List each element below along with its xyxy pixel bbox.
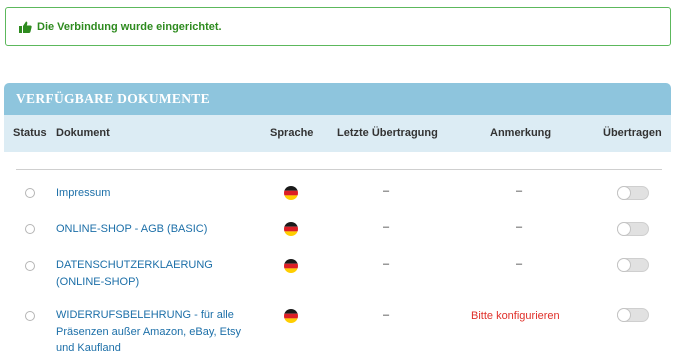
alert-message: Die Verbindung wurde eingerichtet.: [37, 20, 222, 33]
document-link[interactable]: DATENSCHUTZERKLAERUNG (ONLINE-SHOP): [56, 257, 252, 290]
remark-value: –: [516, 221, 523, 233]
transfer-toggle[interactable]: [617, 222, 649, 236]
last-transfer-value: –: [383, 221, 390, 233]
column-remark: Anmerkung: [490, 127, 552, 139]
german-flag-icon: [284, 222, 298, 236]
last-transfer-value: –: [383, 309, 390, 321]
thumbs-up-icon: [19, 21, 32, 33]
column-document: Dokument: [56, 127, 110, 139]
column-status: Status: [13, 127, 47, 139]
panel-title: VERFÜGBARE DOKUMENTE: [16, 91, 210, 106]
german-flag-icon: [284, 309, 298, 323]
table-divider: [16, 169, 662, 170]
document-link[interactable]: ONLINE-SHOP - AGB (BASIC): [56, 221, 256, 238]
success-alert: Die Verbindung wurde eingerichtet.: [5, 7, 671, 46]
status-radio[interactable]: [25, 224, 35, 234]
document-link[interactable]: Impressum: [56, 185, 256, 202]
german-flag-icon: [284, 259, 298, 273]
column-language: Sprache: [270, 127, 314, 139]
status-radio[interactable]: [25, 188, 35, 198]
panel-header: VERFÜGBARE DOKUMENTE: [4, 83, 671, 115]
table-header: Status Dokument Sprache Letzte Übertragu…: [4, 115, 671, 152]
last-transfer-value: –: [383, 258, 390, 270]
remark-value: –: [516, 185, 523, 197]
transfer-toggle[interactable]: [617, 308, 649, 322]
transfer-toggle[interactable]: [617, 186, 649, 200]
transfer-toggle[interactable]: [617, 258, 649, 272]
remark-value: –: [516, 258, 523, 270]
document-link[interactable]: WIDERRUFSBELEHRUNG - für alle Präsenzen …: [56, 307, 252, 357]
column-transfer: Übertragen: [603, 127, 662, 139]
german-flag-icon: [284, 186, 298, 200]
status-radio[interactable]: [25, 261, 35, 271]
remark-warning: Bitte konfigurieren: [471, 310, 560, 322]
last-transfer-value: –: [383, 185, 390, 197]
column-last-transfer: Letzte Übertragung: [337, 127, 438, 139]
status-radio[interactable]: [25, 311, 35, 321]
